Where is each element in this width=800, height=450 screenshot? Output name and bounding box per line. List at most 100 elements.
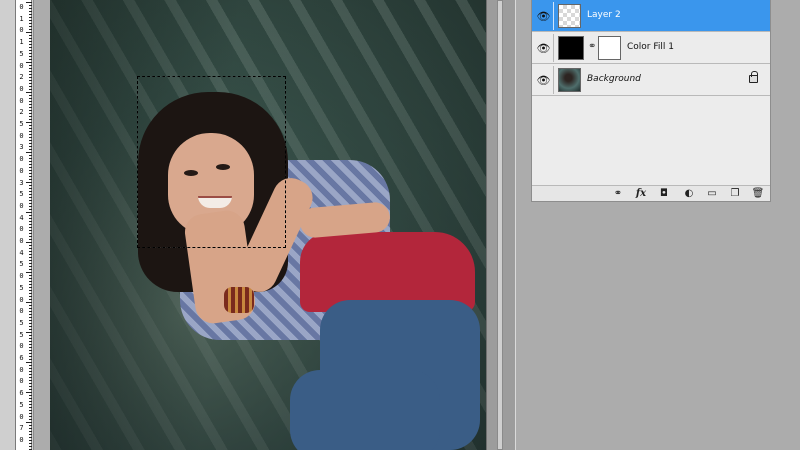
- ruler-tick: [29, 17, 32, 18]
- ruler-digit: 0: [19, 3, 24, 11]
- fill-color-thumbnail[interactable]: [558, 36, 584, 60]
- ruler-digit: 7: [19, 424, 24, 433]
- ruler-digit: 0: [19, 412, 24, 421]
- fx-icon[interactable]: fx: [633, 187, 649, 200]
- ruler-tick: [29, 341, 32, 342]
- ruler-tick: [29, 236, 32, 237]
- ruler-tick: [29, 113, 32, 114]
- ruler-tick: [29, 80, 32, 81]
- ruler-tick: [29, 290, 32, 291]
- ruler-tick: [29, 143, 32, 144]
- ruler-tick: [29, 164, 32, 165]
- ruler-tick: [29, 368, 32, 369]
- ruler-tick: [29, 14, 32, 15]
- ruler-tick: [29, 29, 32, 30]
- ruler-tick: [29, 131, 32, 132]
- ruler-digit: 4: [19, 213, 24, 222]
- ruler-tick: [29, 149, 32, 150]
- ruler-tick: [29, 74, 32, 75]
- ruler-tick: [29, 107, 32, 108]
- ruler-tick: [29, 89, 32, 90]
- ruler-tick: [29, 245, 32, 246]
- layer-row-background[interactable]: 👁 Background: [532, 64, 770, 96]
- ruler-tick: [29, 5, 32, 6]
- ruler-tick: [29, 398, 32, 399]
- ruler-tick: [29, 104, 32, 105]
- ruler-tick: [29, 323, 32, 324]
- marquee-selection[interactable]: [137, 76, 286, 248]
- layer-row-layer-2[interactable]: 👁 Layer 2: [532, 0, 770, 32]
- layer-thumbnail-transparent: [558, 4, 581, 28]
- ruler-digit: 0: [19, 225, 24, 234]
- ruler-tick: [29, 434, 32, 435]
- ruler-tick: [29, 26, 32, 27]
- layer-name[interactable]: Layer 2: [587, 10, 621, 20]
- ruler-tick: [29, 350, 32, 351]
- ruler-tick: [29, 95, 32, 96]
- ruler-digit: 0: [19, 131, 24, 140]
- ruler-tick: [29, 215, 32, 216]
- ruler-tick: [29, 233, 32, 234]
- ruler-tick: [29, 230, 32, 231]
- ruler-tick: [29, 59, 32, 60]
- ruler-tick: [29, 191, 32, 192]
- ruler-tick: [29, 329, 32, 330]
- photoshop-workspace: 0 1 0 1 5 0 2 0 0 2 5 0 3 0 0 3 5 0 4 0 0 4 5 0 5 0 0 5 5 0 6 0 0 6 5 0 7 0 👁…: [0, 0, 800, 450]
- ruler-digit: 5: [19, 260, 24, 269]
- layer-name[interactable]: Color Fill 1: [627, 42, 674, 52]
- ruler-tick: [29, 116, 32, 117]
- layer-row-color-fill-1[interactable]: 👁 ⚭ Color Fill 1: [532, 32, 770, 64]
- ruler-tick: [29, 446, 32, 447]
- ruler-digit: 0: [19, 435, 24, 444]
- link-chain-icon[interactable]: ⚭: [588, 41, 596, 52]
- ruler-tick: [29, 305, 32, 306]
- ruler-tick: [29, 161, 32, 162]
- ruler-tick: [29, 266, 32, 267]
- ruler-tick: [26, 92, 32, 93]
- ruler-tick: [29, 347, 32, 348]
- layer-mask-thumbnail[interactable]: [598, 36, 621, 60]
- ruler-tick: [29, 260, 32, 261]
- canvas-scrollbar[interactable]: [486, 0, 516, 450]
- ruler-tick: [29, 251, 32, 252]
- mask-icon[interactable]: ◘: [656, 187, 672, 200]
- ruler-digit: 0: [19, 84, 24, 93]
- layers-panel-footer: ⚭ fx ◘ ◐ ▭ ❐ 🗑: [532, 185, 770, 201]
- ruler-tick: [29, 425, 32, 426]
- scrollbar-track[interactable]: [497, 0, 503, 450]
- ruler-tick: [29, 419, 32, 420]
- ruler-digit: 3: [19, 143, 24, 152]
- visibility-eye-icon[interactable]: 👁: [534, 66, 554, 94]
- folder-icon[interactable]: ▭: [704, 187, 720, 200]
- visibility-eye-icon[interactable]: 👁: [534, 2, 554, 30]
- visibility-eye-icon[interactable]: 👁: [534, 34, 554, 62]
- ruler-digit: 0: [19, 155, 24, 164]
- ruler-tick: [29, 134, 32, 135]
- ruler-tick: [29, 53, 32, 54]
- ruler-digit: 0: [19, 237, 24, 245]
- ruler-tick: [29, 47, 32, 48]
- ruler-tick: [29, 443, 32, 444]
- ruler-tick: [29, 50, 32, 51]
- trash-icon[interactable]: 🗑: [750, 187, 766, 200]
- ruler-digit: 0: [19, 307, 24, 316]
- layer-name[interactable]: Background: [587, 74, 641, 84]
- adjustment-icon[interactable]: ◐: [681, 187, 697, 200]
- ruler-digit: 0: [19, 272, 24, 281]
- ruler-tick: [26, 302, 32, 303]
- new-layer-icon[interactable]: ❐: [727, 187, 743, 200]
- ruler-digit: 1: [19, 14, 24, 23]
- ruler-tick: [26, 32, 32, 33]
- ruler-tick: [29, 35, 32, 36]
- photo-jeans-lower: [290, 370, 440, 450]
- ruler-tick: [29, 377, 32, 378]
- ruler-tick: [29, 440, 32, 441]
- ruler-tick: [29, 365, 32, 366]
- ruler-digit: 0: [19, 377, 24, 386]
- ruler-tick: [29, 119, 32, 120]
- link-icon[interactable]: ⚭: [610, 187, 626, 200]
- ruler-tick: [29, 431, 32, 432]
- ruler-tick: [29, 380, 32, 381]
- ruler-digit: 2: [19, 108, 24, 117]
- ruler-tick: [29, 428, 32, 429]
